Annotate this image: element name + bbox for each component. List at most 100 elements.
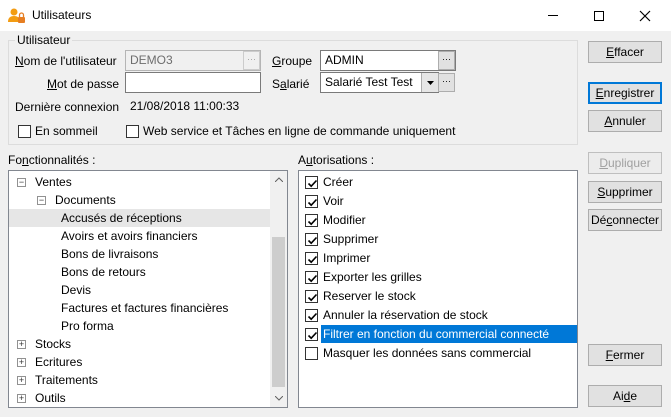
permission-checkbox[interactable]: [305, 328, 318, 341]
maximize-button[interactable]: [576, 0, 622, 31]
permission-item[interactable]: Créer: [299, 173, 577, 191]
tree-item[interactable]: Avoirs et avoirs financiers: [9, 227, 271, 245]
tree-item[interactable]: Factures et factures financières: [9, 299, 271, 317]
window-title: Utilisateurs: [32, 8, 92, 22]
webservice-checkbox[interactable]: [126, 125, 139, 138]
permission-checkbox[interactable]: [305, 214, 318, 227]
disconnect-button[interactable]: Déconnecter: [588, 209, 662, 231]
checkmark-icon: [307, 236, 318, 245]
tree-item[interactable]: − Ventes: [9, 173, 271, 191]
tree-item-label: Factures et factures financières: [61, 301, 229, 315]
permissions-list[interactable]: Créer Voir Modifier Supprimer Imprimer Export…: [298, 170, 578, 408]
employee-dropdown-button[interactable]: [421, 73, 438, 92]
tree-item-label: Outils: [35, 391, 66, 405]
permission-label: Modifier: [323, 213, 366, 227]
permission-item[interactable]: Voir: [299, 192, 577, 210]
expand-icon[interactable]: +: [17, 394, 26, 403]
tree-item-label: Accusés de réceptions: [61, 211, 182, 225]
username-field: DEMO3: [125, 50, 261, 71]
permission-checkbox[interactable]: [305, 309, 318, 322]
permission-checkbox[interactable]: [305, 195, 318, 208]
tree-item[interactable]: + Stocks: [9, 335, 271, 353]
permission-label: Reserver le stock: [323, 289, 416, 303]
tree-item[interactable]: Pro forma: [9, 317, 271, 335]
scroll-down-button[interactable]: [270, 390, 287, 407]
checkmark-icon: [307, 217, 318, 226]
username-browse-button: ···: [243, 51, 260, 70]
delete-button[interactable]: Supprimer: [588, 181, 662, 203]
tree-item[interactable]: + Ecritures: [9, 353, 271, 371]
permission-label: Créer: [323, 175, 354, 189]
permission-item[interactable]: Modifier: [299, 211, 577, 229]
minimize-button[interactable]: [530, 0, 576, 31]
password-field[interactable]: [125, 72, 261, 93]
chevron-down-icon: [274, 396, 283, 401]
duplicate-button: Dupliquer: [588, 152, 662, 174]
cancel-button[interactable]: Annuler: [588, 110, 662, 132]
checkmark-icon: [307, 331, 318, 340]
help-button[interactable]: Aide: [588, 385, 662, 407]
permission-checkbox[interactable]: [305, 233, 318, 246]
username-label: Nom de l'utilisateur: [15, 54, 117, 68]
permissions-label: Autorisations :: [298, 153, 375, 167]
permission-checkbox[interactable]: [305, 347, 318, 360]
permission-item[interactable]: Supprimer: [299, 230, 577, 248]
clear-button[interactable]: Effacer: [588, 41, 662, 63]
tree-item-label: Documents: [55, 193, 116, 207]
permission-checkbox[interactable]: [305, 176, 318, 189]
features-tree[interactable]: − Ventes − Documents Accusés de réceptions Av…: [8, 170, 288, 408]
tree-item[interactable]: Bons de livraisons: [9, 245, 271, 263]
permission-label: Masquer les données sans commercial: [323, 346, 532, 360]
scroll-up-button[interactable]: [270, 171, 287, 188]
permission-item[interactable]: Masquer les données sans commercial: [299, 344, 577, 362]
group-field[interactable]: ADMIN: [320, 50, 456, 71]
expand-icon[interactable]: +: [17, 376, 26, 385]
checkmark-icon: [307, 179, 318, 188]
permission-item[interactable]: Exporter les grilles: [299, 268, 577, 286]
employee-value: Salarié Test Test: [325, 75, 413, 89]
sleep-checkbox[interactable]: [18, 125, 31, 138]
maximize-icon: [594, 10, 604, 21]
permission-item[interactable]: Imprimer: [299, 249, 577, 267]
tree-item[interactable]: + Traitements: [9, 371, 271, 389]
collapse-icon[interactable]: −: [17, 178, 26, 187]
group-browse-button[interactable]: ···: [438, 51, 455, 70]
checkmark-icon: [307, 293, 318, 302]
tree-item-label: Bons de livraisons: [61, 247, 159, 261]
permission-item[interactable]: Annuler la réservation de stock: [299, 306, 577, 324]
tree-item-label: Ecritures: [35, 355, 83, 369]
sleep-label: En sommeil: [35, 124, 98, 138]
tree-item[interactable]: Accusés de réceptions: [9, 209, 271, 227]
tree-item[interactable]: + Outils: [9, 389, 271, 407]
expand-icon[interactable]: +: [17, 358, 26, 367]
permission-item[interactable]: Filtrer en fonction du commercial connec…: [299, 325, 577, 343]
employee-browse-button[interactable]: ···: [438, 73, 455, 92]
collapse-icon[interactable]: −: [37, 196, 46, 205]
group-label: Groupe: [272, 54, 313, 68]
checkmark-icon: [307, 312, 318, 321]
expand-icon[interactable]: +: [17, 340, 26, 349]
tree-item[interactable]: Bons de retours: [9, 263, 271, 281]
save-button[interactable]: Enregistrer: [588, 82, 662, 104]
username-value: DEMO3: [130, 53, 173, 67]
permission-label: Voir: [323, 194, 344, 208]
features-scrollbar[interactable]: [270, 171, 287, 407]
close-button[interactable]: Fermer: [588, 344, 662, 366]
features-scrollbar-thumb[interactable]: [272, 237, 285, 387]
users-icon: [8, 7, 26, 25]
permission-item[interactable]: Reserver le stock: [299, 287, 577, 305]
permission-label: Filtrer en fonction du commercial connec…: [321, 325, 577, 343]
tree-item-label: Traitements: [35, 373, 98, 387]
tree-item-label: Ventes: [35, 175, 72, 189]
tree-item[interactable]: Devis: [9, 281, 271, 299]
permission-checkbox[interactable]: [305, 252, 318, 265]
chevron-up-icon: [274, 177, 283, 182]
tree-item-label: Bons de retours: [61, 265, 146, 279]
permission-checkbox[interactable]: [305, 290, 318, 303]
close-window-button[interactable]: [622, 0, 668, 31]
tree-item-label: Pro forma: [61, 319, 114, 333]
permission-checkbox[interactable]: [305, 271, 318, 284]
group-value: ADMIN: [325, 53, 364, 67]
tree-item[interactable]: − Documents: [9, 191, 271, 209]
password-label: Mot de passe: [47, 77, 120, 91]
